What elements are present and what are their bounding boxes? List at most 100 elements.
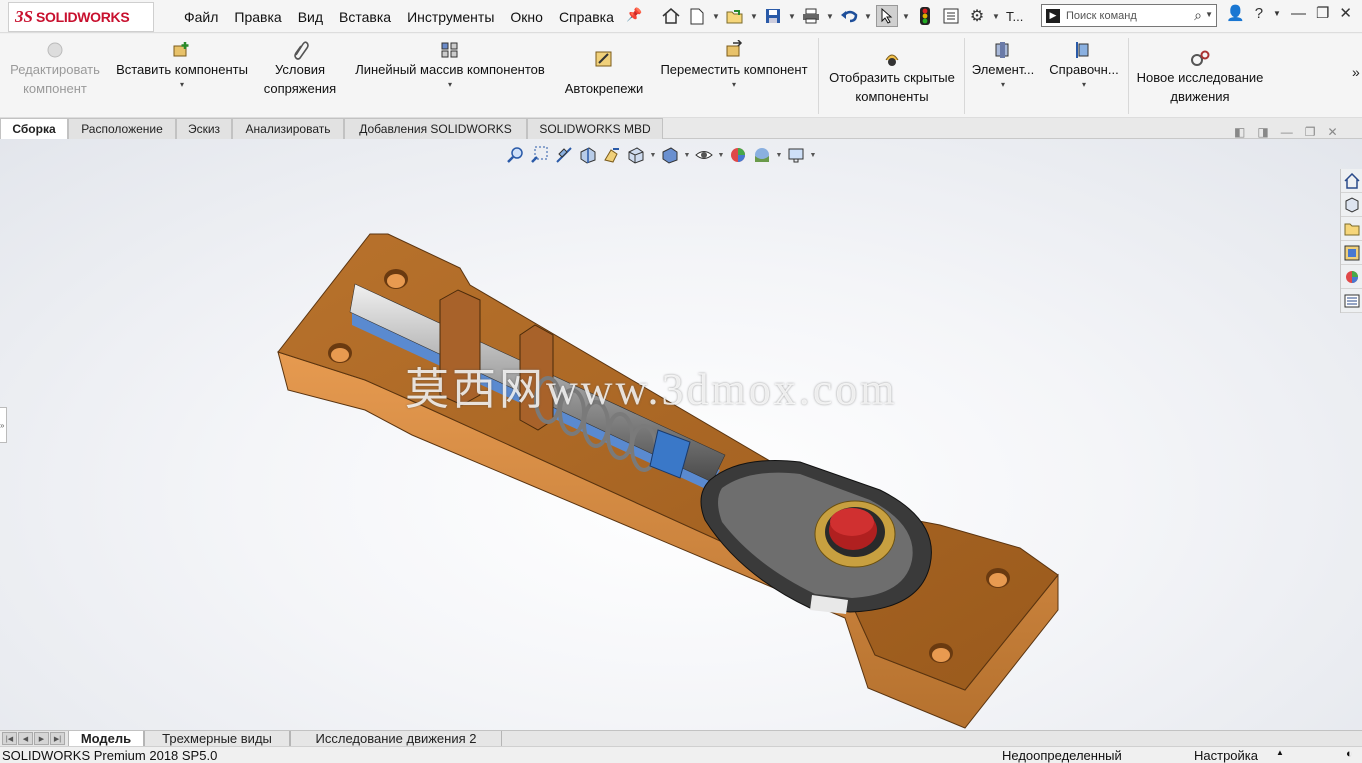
options-gear-icon[interactable]: ⚙ [966,5,988,27]
paperclip-icon [294,41,309,60]
model-tabs-bar: |◀ ◀ ▶ ▶| Модель Трехмерные виды Исследо… [0,730,1362,747]
feature-tree-expand-handle[interactable]: » [0,407,7,443]
select-cursor-icon[interactable] [876,5,898,27]
assembly-features-dropdown-icon[interactable]: ▾ [968,81,1038,89]
search-commands-input[interactable]: ▶ Поиск команд ⌕ ▼ [1041,4,1217,27]
command-manager: Редактировать компонент Вставить компоне… [0,34,1362,118]
solidworks-resources-icon[interactable] [1341,169,1362,193]
window-controls: 👤 ? ▼ — ❐ ✕ [1226,4,1352,23]
undo-dropdown-icon[interactable]: ▼ [864,12,872,21]
collapse-right-icon[interactable]: ◨ [1257,125,1268,139]
assembly-model[interactable] [0,139,1362,730]
tab-layout[interactable]: Расположение [68,118,176,139]
user-account-icon[interactable]: 👤 [1226,4,1245,22]
assembly-features-label: Элемент... [971,62,1035,77]
linear-pattern-icon [441,42,458,58]
design-library-icon[interactable] [1341,193,1362,217]
options-dropdown-icon[interactable]: ▼ [992,12,1000,21]
reference-geometry-dropdown-icon[interactable]: ▾ [1043,81,1125,89]
custom-units-dropdown[interactable]: Настройка [1194,748,1258,763]
save-dropdown-icon[interactable]: ▼ [788,12,796,21]
tab-assembly[interactable]: Сборка [0,118,68,139]
close-icon[interactable]: ✕ [1339,4,1352,22]
next-tab-icon[interactable]: ▶ [34,732,49,745]
view-palette-icon[interactable] [1341,241,1362,265]
menu-edit[interactable]: Правка [226,9,289,25]
search-icon[interactable]: ⌕ [1194,7,1202,24]
edit-component-button[interactable]: Редактировать компонент [6,34,104,118]
assembly-features-button[interactable]: Элемент... ▾ [968,34,1038,118]
show-hidden-components-button[interactable]: Отобразить скрытые компоненты [822,34,962,118]
watermark-text: 莫西网www.3dmox.com [405,365,898,414]
menu-tools[interactable]: Инструменты [399,9,502,25]
open-folder-icon[interactable] [724,5,746,27]
tab-model[interactable]: Модель [68,731,144,747]
move-component-dropdown-icon[interactable]: ▾ [654,81,814,89]
home-icon[interactable] [660,5,682,27]
first-tab-icon[interactable]: |◀ [2,732,17,745]
linear-pattern-dropdown-icon[interactable]: ▾ [346,81,554,89]
new-dropdown-icon[interactable]: ▼ [712,12,720,21]
help-dropdown-icon[interactable]: ▼ [1273,9,1281,18]
status-help-icon[interactable]: ◐ [1346,748,1353,760]
menu-window[interactable]: Окно [502,9,551,25]
smart-fasteners-button[interactable]: Автокрепежи [556,34,652,118]
select-dropdown-icon[interactable]: ▼ [902,12,910,21]
help-icon[interactable]: ? [1255,5,1263,22]
new-document-icon[interactable] [686,5,708,27]
mate-button[interactable]: Условия сопряжения [255,34,345,118]
pin-menu-icon[interactable]: 📌 [626,7,642,23]
prev-tab-icon[interactable]: ◀ [18,732,33,745]
open-dropdown-icon[interactable]: ▼ [750,12,758,21]
search-mode-icon[interactable]: ▶ [1046,8,1060,23]
doc-close-icon[interactable]: ✕ [1327,125,1337,139]
show-hidden-label: Отобразить скрытые компоненты [829,70,955,104]
menu-file[interactable]: Файл [176,9,226,25]
search-dropdown-icon[interactable]: ▼ [1205,10,1213,19]
tab-solidworks-addins[interactable]: Добавления SOLIDWORKS [344,118,527,139]
rebuild-traffic-light-icon[interactable] [914,5,936,27]
move-component-label: Переместить компонент [660,62,808,77]
doc-minimize-icon[interactable]: — [1281,125,1293,139]
custom-properties-icon[interactable] [1341,289,1362,313]
insert-components-icon [173,42,189,57]
doc-restore-icon[interactable]: ❐ [1305,125,1316,139]
tab-sketch[interactable]: Эскиз [176,118,232,139]
collapse-left-icon[interactable]: ◧ [1234,125,1245,139]
undo-icon[interactable] [838,5,860,27]
restore-icon[interactable]: ❐ [1316,4,1329,22]
last-tab-icon[interactable]: ▶| [50,732,65,745]
move-component-button[interactable]: Переместить компонент ▾ [654,34,814,118]
linear-pattern-label: Линейный массив компонентов [355,62,545,77]
new-motion-study-button[interactable]: Новое исследование движения [1130,34,1270,118]
new-motion-study-label: Новое исследование движения [1136,70,1264,104]
insert-components-button[interactable]: Вставить компоненты ▾ [110,34,254,118]
insert-components-dropdown-icon[interactable]: ▾ [110,81,254,89]
save-icon[interactable] [762,5,784,27]
solidworks-logo[interactable]: 3S SOLIDWORKS [8,2,154,32]
selection-filter-label[interactable]: Т... [1006,9,1023,24]
reference-geometry-button[interactable]: Справочн... ▾ [1043,34,1125,118]
reference-geometry-icon [1076,42,1089,58]
task-pane-tabs [1340,169,1362,313]
tab-3d-views[interactable]: Трехмерные виды [144,731,290,747]
menu-help[interactable]: Справка [551,9,622,25]
appearances-icon[interactable] [1341,265,1362,289]
status-bar: SOLIDWORKS Premium 2018 SP5.0 Недоопреде… [0,746,1362,763]
tab-solidworks-mbd[interactable]: SOLIDWORKS MBD [527,118,663,139]
tab-evaluate[interactable]: Анализировать [232,118,344,139]
menu-insert[interactable]: Вставка [331,9,399,25]
toolbar-divider [818,38,819,114]
smart-fasteners-icon [595,51,612,67]
minimize-icon[interactable]: — [1291,5,1306,22]
more-commands-icon[interactable]: » [1352,64,1360,80]
print-icon[interactable] [800,5,822,27]
linear-pattern-button[interactable]: Линейный массив компонентов ▾ [346,34,554,118]
menu-view[interactable]: Вид [290,9,331,25]
file-explorer-icon[interactable] [1341,217,1362,241]
tab-motion-study-2[interactable]: Исследование движения 2 [290,731,502,747]
file-properties-icon[interactable] [940,5,962,27]
units-dropdown-icon[interactable]: ▲ [1276,748,1284,757]
graphics-area[interactable]: ▼ ▼ ▼ ▼ ▼ 莫西网www.3dmox.com » [0,139,1362,730]
print-dropdown-icon[interactable]: ▼ [826,12,834,21]
